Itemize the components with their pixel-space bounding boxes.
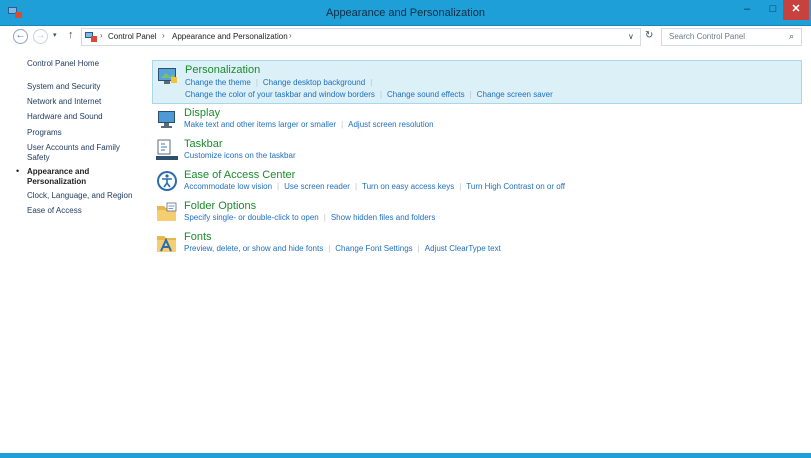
link-change-font-settings[interactable]: Change Font Settings (335, 244, 412, 253)
sidebar-item-user-accounts-line2[interactable]: Safety (27, 153, 50, 163)
category-title[interactable]: Fonts (184, 231, 212, 243)
category-links: Accommodate low vision | Use screen reader… (184, 182, 565, 191)
link-preview-fonts[interactable]: Preview, delete, or show and hide fonts (184, 244, 323, 253)
link-easy-access-keys[interactable]: Turn on easy access keys (362, 182, 454, 191)
category-title[interactable]: Ease of Access Center (184, 169, 295, 181)
search-box[interactable]: Search Control Panel ⌕ (661, 28, 802, 46)
category-display[interactable]: Display Make text and other items larger… (152, 104, 802, 134)
link-use-screen-reader[interactable]: Use screen reader (284, 182, 350, 191)
category-links: Specify single- or double-click to open |… (184, 213, 436, 222)
link-make-text-larger[interactable]: Make text and other items larger or smal… (184, 120, 336, 129)
sidebar-item-appearance-line2: Personalization (27, 177, 87, 186)
sidebar-item-ease-of-access[interactable]: Ease of Access (27, 206, 82, 216)
breadcrumb-separator[interactable]: › (289, 31, 292, 40)
link-single-double-click[interactable]: Specify single- or double-click to open (184, 213, 319, 222)
link-change-taskbar-color[interactable]: Change the color of your taskbar and win… (185, 90, 375, 99)
sidebar-item-control-panel-home[interactable]: Control Panel Home (27, 59, 99, 69)
link-high-contrast[interactable]: Turn High Contrast on or off (466, 182, 565, 191)
up-button[interactable]: ↑ (68, 29, 74, 41)
breadcrumb-separator: › (162, 31, 165, 40)
window-bottom-border (0, 453, 811, 458)
category-title[interactable]: Personalization (185, 64, 260, 76)
category-links: Change the theme | Change desktop backgrou… (185, 78, 373, 87)
link-show-hidden-files[interactable]: Show hidden files and folders (331, 213, 436, 222)
address-bar[interactable]: › Control Panel › Appearance and Persona… (81, 28, 641, 46)
category-folder-options[interactable]: Folder Options Specify single- or double… (152, 197, 802, 227)
back-button[interactable]: ← (13, 29, 28, 44)
category-title[interactable]: Display (184, 107, 220, 119)
sidebar-item-user-accounts[interactable]: User Accounts and Family (27, 143, 120, 153)
current-item-bullet: • (16, 166, 20, 176)
sidebar-item-clock-language[interactable]: Clock, Language, and Region (27, 191, 132, 201)
link-customize-taskbar-icons[interactable]: Customize icons on the taskbar (184, 151, 296, 160)
sidebar-item-hardware-sound[interactable]: Hardware and Sound (27, 112, 103, 122)
recent-locations-dropdown[interactable]: ▾ (53, 31, 57, 39)
display-icon (158, 111, 175, 128)
category-ease-of-access[interactable]: Ease of Access Center Accommodate low vi… (152, 166, 802, 196)
search-icon[interactable]: ⌕ (789, 31, 794, 42)
category-links: Make text and other items larger or smal… (184, 120, 434, 129)
sidebar-item-system-security[interactable]: System and Security (27, 82, 100, 92)
close-button[interactable]: ✕ (783, 0, 809, 20)
control-panel-icon (85, 32, 97, 42)
link-accommodate-low-vision[interactable]: Accommodate low vision (184, 182, 272, 191)
link-change-theme[interactable]: Change the theme (185, 78, 251, 87)
link-adjust-resolution[interactable]: Adjust screen resolution (348, 120, 433, 129)
window-title: Appearance and Personalization (325, 7, 485, 19)
category-links: Customize icons on the taskbar (184, 151, 296, 160)
breadcrumb-control-panel[interactable]: Control Panel (108, 32, 156, 41)
minimize-button[interactable]: – (734, 0, 760, 20)
link-adjust-cleartype[interactable]: Adjust ClearType text (425, 244, 501, 253)
category-title[interactable]: Folder Options (184, 200, 256, 212)
fonts-icon (157, 236, 176, 252)
sidebar-item-network[interactable]: Network and Internet (27, 97, 101, 107)
personalization-icon (158, 68, 177, 84)
link-change-desktop-background[interactable]: Change desktop background (263, 78, 365, 87)
title-bar: Appearance and Personalization – □ ✕ (0, 0, 811, 26)
search-input[interactable]: Search Control Panel (669, 32, 745, 41)
address-dropdown-icon[interactable]: ∨ (628, 32, 634, 41)
category-personalization[interactable]: Personalization Change the theme | Change … (152, 60, 802, 104)
breadcrumb-separator: › (100, 31, 103, 40)
category-links: Preview, delete, or show and hide fonts |… (184, 244, 501, 253)
category-taskbar[interactable]: Taskbar Customize icons on the taskbar (152, 135, 802, 165)
forward-button[interactable]: → (33, 29, 48, 44)
category-links: Change the color of your taskbar and win… (185, 90, 553, 99)
breadcrumb-appearance[interactable]: Appearance and Personalization (172, 32, 288, 41)
taskbar-icon (156, 139, 178, 160)
sidebar-item-appearance: Appearance and (27, 167, 90, 176)
refresh-icon[interactable]: ↻ (645, 30, 653, 41)
ease-of-access-icon (157, 171, 177, 191)
sidebar-item-programs[interactable]: Programs (27, 128, 62, 138)
left-navigation-pane: Control Panel Home System and Security N… (0, 50, 150, 450)
folder-options-icon (157, 202, 177, 221)
link-change-screen-saver[interactable]: Change screen saver (477, 90, 553, 99)
category-title[interactable]: Taskbar (184, 138, 223, 150)
link-change-sound-effects[interactable]: Change sound effects (387, 90, 465, 99)
category-fonts[interactable]: Fonts Preview, delete, or show and hide … (152, 228, 802, 258)
